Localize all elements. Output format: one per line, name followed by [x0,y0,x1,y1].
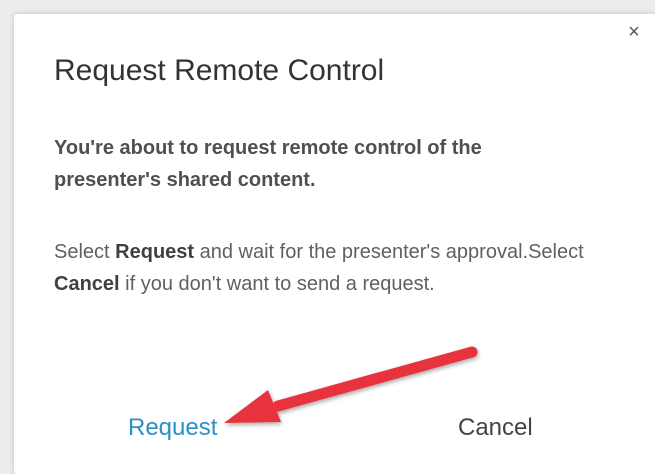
request-remote-control-dialog: × Request Remote Control You're about to… [14,14,655,474]
dialog-title: Request Remote Control [54,54,385,87]
dialog-lead-text: You're about to request remote control o… [54,137,482,191]
body-request-emphasis: Request [115,241,195,263]
body-text-part: Select [54,241,116,263]
body-text-part: if you don't want to send a request. [119,273,435,295]
request-button[interactable]: Request [128,408,217,448]
cancel-button[interactable]: Cancel [458,408,533,448]
dialog-body-text: Select Request and wait for the presente… [54,236,614,300]
body-cancel-emphasis: Cancel [54,273,120,295]
close-icon[interactable]: × [622,20,646,44]
body-text-part: and wait for the presenter's approval.Se… [194,241,584,263]
